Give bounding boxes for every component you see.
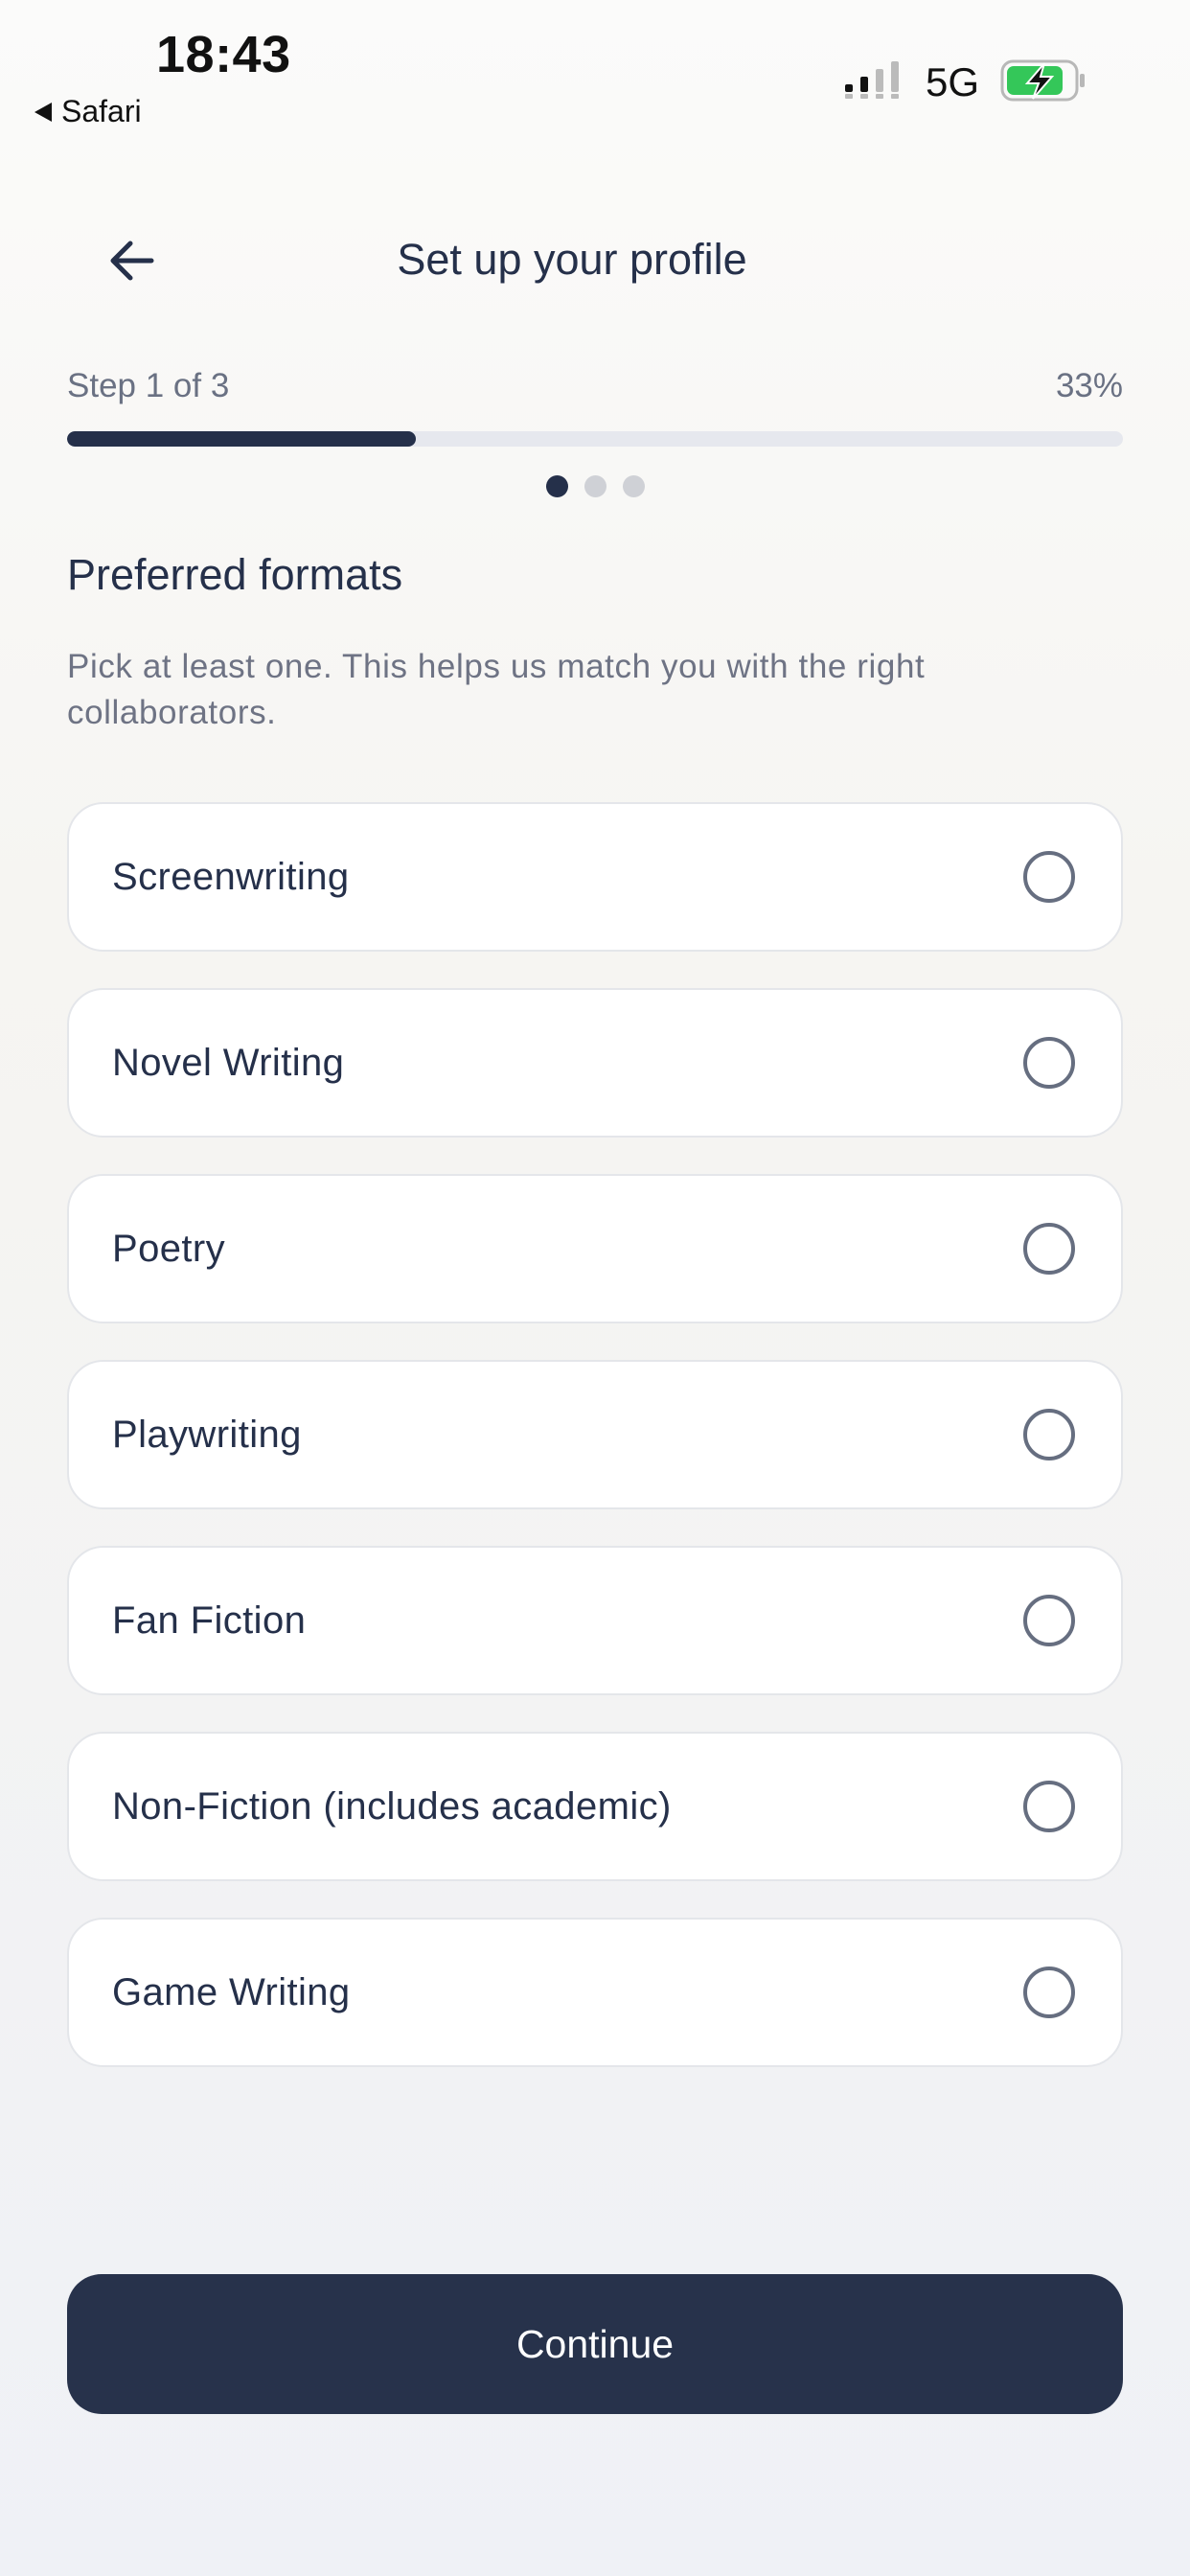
option-label: Playwriting	[112, 1413, 302, 1456]
radio-unchecked-icon[interactable]	[1023, 1409, 1075, 1460]
option-label: Fan Fiction	[112, 1598, 307, 1642]
option-novel-writing[interactable]: Novel Writing	[67, 988, 1123, 1138]
section-description: Pick at least one. This helps us match y…	[67, 648, 926, 731]
option-label: Poetry	[112, 1227, 226, 1270]
step-dot	[622, 475, 645, 497]
step-dot	[545, 475, 568, 497]
option-non-fiction[interactable]: Non-Fiction (includes academic)	[67, 1732, 1123, 1881]
option-fan-fiction[interactable]: Fan Fiction	[67, 1546, 1123, 1695]
radio-unchecked-icon[interactable]	[1023, 1223, 1075, 1275]
radio-unchecked-icon[interactable]	[1023, 851, 1075, 903]
progress-bar-fill	[67, 431, 416, 447]
option-screenwriting[interactable]: Screenwriting	[67, 802, 1123, 952]
cellular-signal-icon	[845, 61, 899, 99]
progress-percent: 33%	[1055, 367, 1123, 404]
back-app-label: Safari	[61, 94, 142, 128]
continue-button[interactable]: Continue	[67, 2274, 1123, 2414]
step-dots	[0, 475, 1190, 497]
option-label: Non-Fiction (includes academic)	[112, 1784, 672, 1828]
step-dot	[584, 475, 606, 497]
step-label: Step 1 of 3	[67, 367, 230, 404]
back-triangle-icon	[34, 102, 52, 122]
radio-unchecked-icon[interactable]	[1023, 1037, 1075, 1089]
radio-unchecked-icon[interactable]	[1023, 1595, 1075, 1646]
radio-unchecked-icon[interactable]	[1023, 1966, 1075, 2018]
progress-bar	[67, 431, 1123, 447]
back-to-app-link[interactable]: Safari	[34, 94, 142, 129]
option-label: Screenwriting	[112, 855, 350, 898]
option-playwriting[interactable]: Playwriting	[67, 1360, 1123, 1509]
option-poetry[interactable]: Poetry	[67, 1174, 1123, 1323]
radio-unchecked-icon[interactable]	[1023, 1781, 1075, 1832]
network-type: 5G	[926, 59, 980, 104]
status-time: 18:43	[156, 26, 291, 83]
option-label: Novel Writing	[112, 1041, 345, 1084]
page-title: Set up your profile	[397, 235, 747, 284]
format-options-list: Screenwriting Novel Writing Poetry Playw…	[67, 802, 1123, 2067]
section-title: Preferred formats	[67, 550, 403, 599]
battery-charging-icon	[1000, 59, 1085, 102]
option-game-writing[interactable]: Game Writing	[67, 1918, 1123, 2067]
option-label: Game Writing	[112, 1970, 351, 2013]
